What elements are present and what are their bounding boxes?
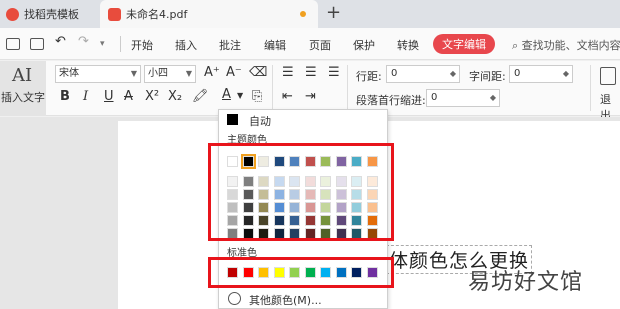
first-line-indent-value: 0 (431, 92, 438, 103)
highlight-box-standard (208, 257, 394, 288)
menu-convert[interactable]: 转换 (397, 37, 419, 53)
pdf-icon (108, 7, 121, 21)
search-placeholder: 查找功能、文档内容 (521, 39, 620, 52)
font-value: 宋体 (59, 68, 79, 79)
indent-increase-icon[interactable]: ⇥ (305, 89, 316, 104)
tab-label: 找稻壳模板 (24, 8, 79, 21)
italic-icon[interactable]: I (83, 89, 88, 104)
align-left-icon[interactable]: ☰ (282, 65, 294, 80)
subscript-icon[interactable]: X₂ (168, 89, 182, 104)
divider (120, 36, 121, 52)
chevron-down-icon: ▼ (185, 69, 192, 78)
align-right-icon[interactable]: ☰ (328, 65, 340, 80)
format-painter-icon[interactable]: ⎘ (252, 89, 262, 104)
divider (347, 65, 348, 111)
color-swatch (227, 114, 238, 125)
menu-page[interactable]: 页面 (309, 37, 331, 53)
char-spacing-input[interactable]: 0 ◆ (509, 65, 573, 83)
more-colors-label: 其他颜色(M)... (249, 294, 322, 307)
add-tab-icon[interactable]: + (326, 3, 341, 23)
divider (272, 65, 273, 111)
line-spacing-label: 行距: (356, 70, 382, 83)
highlight-box-theme (208, 143, 394, 241)
redo-icon[interactable]: ↷ (78, 34, 89, 49)
menu-edit[interactable]: 编辑 (264, 37, 286, 53)
print-icon[interactable] (30, 38, 44, 50)
line-spacing-input[interactable]: 0 ◆ (386, 65, 460, 83)
first-line-indent-label: 段落首行缩进: (356, 94, 426, 107)
docer-icon (6, 7, 19, 21)
spinner-icon: ◆ (449, 69, 456, 78)
strikethrough-icon[interactable]: A (124, 89, 133, 104)
menu-comment[interactable]: 批注 (219, 37, 241, 53)
underline-icon[interactable]: U (104, 89, 114, 104)
undo-icon[interactable]: ↶ (55, 34, 66, 49)
chevron-down-icon[interactable]: ▼ (237, 91, 243, 100)
divider (590, 65, 591, 111)
shrink-font-icon[interactable]: A⁻ (226, 65, 242, 80)
superscript-icon[interactable]: X² (145, 89, 159, 104)
menu-insert[interactable]: 插入 (175, 37, 197, 53)
char-spacing-label: 字间距: (469, 70, 506, 83)
more-chevron-icon[interactable]: ▾ (100, 39, 105, 49)
font-color-icon[interactable]: A (222, 87, 231, 102)
eraser-icon[interactable]: ⌫ (249, 65, 267, 80)
watermark-text: 易坊好文馆 (468, 270, 584, 295)
tab-bar: 找稻壳模板 未命名4.pdf + (0, 0, 620, 28)
insert-text-label: 插入文字 (1, 91, 45, 104)
highlight-icon[interactable]: 🖍 (192, 89, 209, 104)
tab-document[interactable]: 未命名4.pdf (100, 0, 318, 28)
insert-text-icon: AI (12, 65, 33, 86)
char-spacing-value: 0 (514, 68, 521, 79)
automatic-label: 自动 (249, 115, 271, 128)
insert-text-button[interactable]: AI 插入文字 (0, 61, 46, 116)
menu-bar: ↶ ↷ ▾ 开始 插入 批注 编辑 页面 保护 转换 文字编辑 ⌕ 查找功能、文… (0, 28, 620, 60)
search-box[interactable]: ⌕ 查找功能、文档内容 (512, 37, 620, 53)
font-size-value: 小四 (148, 68, 168, 79)
menu-icon[interactable] (6, 38, 20, 50)
automatic-color-option[interactable]: 自动 (219, 112, 387, 128)
font-select[interactable]: 宋体 ▼ (55, 65, 141, 83)
ribbon: AI 插入文字 宋体 ▼ 小四 ▼ A⁺ A⁻ ⌫ B I U A X² X₂ … (0, 61, 620, 122)
more-colors-option[interactable]: 其他颜色(M)... (219, 290, 387, 308)
palette-icon (228, 292, 241, 305)
tab-label: 未命名4.pdf (126, 8, 188, 21)
menu-start[interactable]: 开始 (131, 37, 153, 53)
unsaved-dot-icon (300, 11, 306, 17)
first-line-indent-input[interactable]: 0 ◆ (426, 89, 500, 107)
chevron-down-icon: ▼ (130, 69, 137, 78)
line-spacing-value: 0 (391, 68, 398, 79)
font-size-select[interactable]: 小四 ▼ (144, 65, 196, 83)
menu-protect[interactable]: 保护 (353, 37, 375, 53)
indent-decrease-icon[interactable]: ⇤ (282, 89, 293, 104)
spinner-icon: ◆ (489, 93, 496, 102)
spinner-icon: ◆ (562, 69, 569, 78)
menu-text-edit[interactable]: 文字编辑 (433, 34, 495, 54)
search-icon: ⌕ (512, 39, 522, 52)
grow-font-icon[interactable]: A⁺ (204, 65, 220, 80)
tab-templates[interactable]: 找稻壳模板 (0, 0, 96, 28)
exit-icon[interactable] (600, 67, 616, 85)
bold-icon[interactable]: B (60, 89, 70, 104)
align-center-icon[interactable]: ☰ (305, 65, 317, 80)
